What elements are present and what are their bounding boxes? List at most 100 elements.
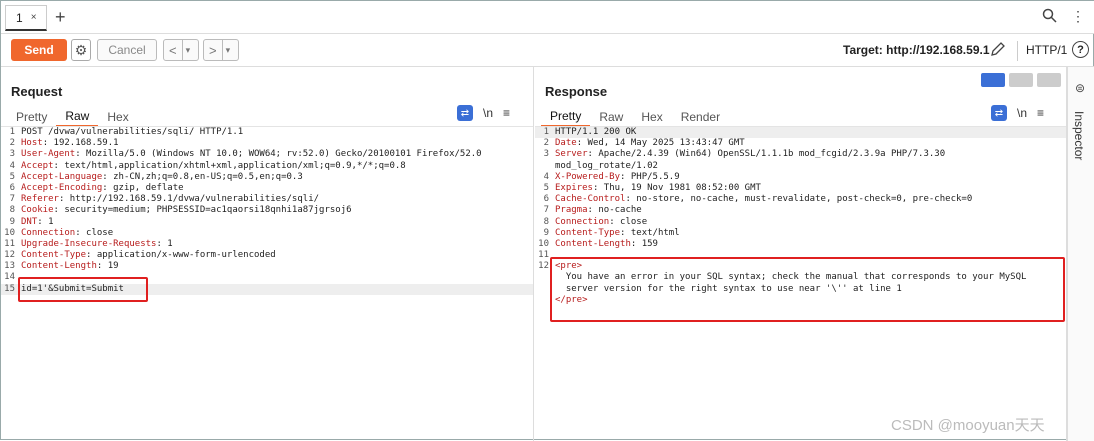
line-content: Connection: close — [21, 227, 114, 238]
header-name: DNT — [21, 216, 38, 227]
header-value: PHP/5.5.9 — [625, 171, 680, 182]
close-tab-icon[interactable]: × — [31, 12, 37, 23]
editor-line: 4 Accept: text/html,application/xhtml+xml… — [1, 161, 533, 172]
line-content: User-Agent: Mozilla/5.0 (Windows NT 10.0… — [21, 149, 482, 160]
show-newlines-toggle[interactable]: \n — [1017, 106, 1027, 120]
line-content: Content-Type: application/x-www-form-url… — [21, 250, 276, 261]
send-button[interactable]: Send — [11, 39, 67, 61]
line-number: 4 — [9, 160, 15, 171]
menu-icon[interactable]: ≡ — [503, 106, 510, 120]
header-value: close — [80, 227, 114, 238]
editor-line: 11 Upgrade-Insecure-Requests: 1 — [1, 239, 533, 250]
header-value: application/x-www-form-urlencoded — [91, 250, 276, 261]
header-name: Connection — [555, 216, 610, 227]
tab-pretty[interactable]: Pretty — [541, 107, 591, 127]
chevron-right-icon: > — [209, 42, 217, 58]
line-number: 7 — [543, 205, 549, 216]
word-wrap-icon[interactable]: ⇄ — [457, 105, 473, 121]
tab-pretty[interactable]: Pretty — [7, 107, 56, 127]
inspector-sidebar[interactable]: ⊜ Inspector — [1067, 67, 1094, 441]
line-content: POST /dvwa/vulnerabilities/sqli/ HTTP/1.… — [21, 127, 533, 138]
line-number: 4 — [543, 171, 549, 182]
help-icon[interactable]: ? — [1072, 41, 1089, 58]
header-value: Mozilla/5.0 (Windows NT 10.0; WOW64; rv:… — [80, 149, 482, 160]
header-value: no-cache — [592, 205, 642, 216]
chevron-down-icon[interactable]: ▾ — [221, 40, 234, 60]
repeater-tab-1[interactable]: 1 × — [5, 5, 47, 31]
header-name: Content-Length — [555, 238, 631, 249]
inspector-icon: ⊜ — [1075, 81, 1086, 95]
editor-line: 5 Expires: Thu, 19 Nov 1981 08:52:00 GMT — [535, 183, 1066, 194]
settings-gear-icon[interactable]: ⚙ — [71, 39, 91, 61]
line-number: 9 — [9, 216, 15, 227]
show-newlines-toggle[interactable]: \n — [483, 106, 493, 120]
back-button[interactable]: < ▾ — [163, 39, 199, 61]
editor-line: 10 Connection: close — [1, 228, 533, 239]
header-value: text/html — [625, 227, 680, 238]
chevron-down-icon[interactable]: ▾ — [181, 40, 194, 60]
line-number: 3 — [9, 149, 15, 160]
editor-line: 3 Server: Apache/2.4.39 (Win64) OpenSSL/1… — [535, 149, 1066, 160]
line-number: 9 — [543, 227, 549, 238]
line-number: 12 — [538, 261, 549, 272]
editor-line: 7 Pragma: no-cache — [535, 205, 1066, 216]
menu-icon[interactable]: ≡ — [1037, 106, 1044, 120]
editor-line: 9 Content-Type: text/html — [535, 228, 1066, 239]
header-name: Host — [21, 138, 43, 149]
line-content: Host: 192.168.59.1 — [21, 138, 119, 149]
search-icon[interactable] — [1042, 8, 1057, 28]
header-value: Wed, 14 May 2025 13:43:47 GMT — [582, 138, 745, 149]
more-options-icon[interactable]: ⋮ — [1071, 8, 1085, 28]
tab-bar: 1 × + ⋮ — [1, 1, 1094, 34]
line-text: HTTP/1.1 200 OK — [555, 127, 637, 137]
word-wrap-icon[interactable]: ⇄ — [991, 105, 1007, 121]
editor-line: 4 X-Powered-By: PHP/5.5.9 — [535, 172, 1066, 183]
http-version-button[interactable]: HTTP/1 — [1026, 43, 1067, 57]
line-number: 5 — [543, 182, 549, 193]
request-editor-tools: ⇄ \n ≡ — [457, 105, 510, 121]
inspector-label: Inspector — [1072, 111, 1086, 161]
editor-line: 12 Content-Type: application/x-www-form-u… — [1, 250, 533, 261]
header-value: text/html,application/xhtml+xml,applicat… — [58, 160, 406, 171]
cancel-button[interactable]: Cancel — [97, 39, 157, 61]
response-editor-tools: ⇄ \n ≡ — [991, 105, 1044, 121]
editor-line: 3 User-Agent: Mozilla/5.0 (Windows NT 10.… — [1, 149, 533, 160]
header-name: Upgrade-Insecure-Requests — [21, 238, 157, 249]
header-name: Content-Type — [21, 250, 87, 261]
header-name: Cookie — [21, 205, 54, 216]
line-content: Content-Type: text/html — [555, 227, 680, 238]
request-title: Request — [11, 84, 63, 99]
header-name: Accept-Encoding — [21, 182, 103, 193]
response-title: Response — [545, 84, 608, 99]
line-content: Accept: text/html,application/xhtml+xml,… — [21, 160, 406, 171]
divider — [1017, 41, 1018, 61]
line-content: HTTP/1.1 200 OK — [555, 127, 1066, 138]
header-name: Referer — [21, 194, 59, 205]
header-name: Server — [555, 149, 588, 160]
header-name: Expires — [555, 182, 593, 193]
target-label: Target: http://192.168.59.1 — [843, 43, 990, 57]
editor-line: 2 Date: Wed, 14 May 2025 13:43:47 GMT — [535, 138, 1066, 149]
tab-raw[interactable]: Raw — [56, 107, 99, 127]
watermark: CSDN @mooyuan天天 — [891, 417, 1045, 434]
tab-hex[interactable]: Hex — [632, 107, 671, 127]
tab-raw[interactable]: Raw — [590, 107, 632, 127]
tab-hex[interactable]: Hex — [98, 107, 137, 127]
line-number: 2 — [543, 138, 549, 149]
line-content: Upgrade-Insecure-Requests: 1 — [21, 238, 173, 249]
line-text: POST /dvwa/vulnerabilities/sqli/ HTTP/1.… — [21, 127, 244, 137]
edit-target-pencil-icon[interactable] — [989, 40, 1007, 63]
chevron-left-icon: < — [169, 42, 177, 58]
request-view-tabs: Pretty Raw Hex — [7, 107, 138, 127]
tab-render[interactable]: Render — [672, 107, 729, 127]
forward-button[interactable]: > ▾ — [203, 39, 239, 61]
editor-line: 8 Connection: close — [535, 217, 1066, 228]
header-value: 19 — [102, 261, 119, 272]
editor-line: 9 DNT: 1 — [1, 217, 533, 228]
app-window: 1 × + ⋮ Send ⚙ Cancel < ▾ > ▾ Target: ht… — [0, 0, 1094, 441]
line-number: 12 — [4, 250, 15, 261]
header-name: Content-Length — [21, 261, 97, 272]
header-name: User-Agent — [21, 149, 76, 160]
line-content: Date: Wed, 14 May 2025 13:43:47 GMT — [555, 138, 745, 149]
new-tab-button[interactable]: + — [55, 7, 66, 28]
